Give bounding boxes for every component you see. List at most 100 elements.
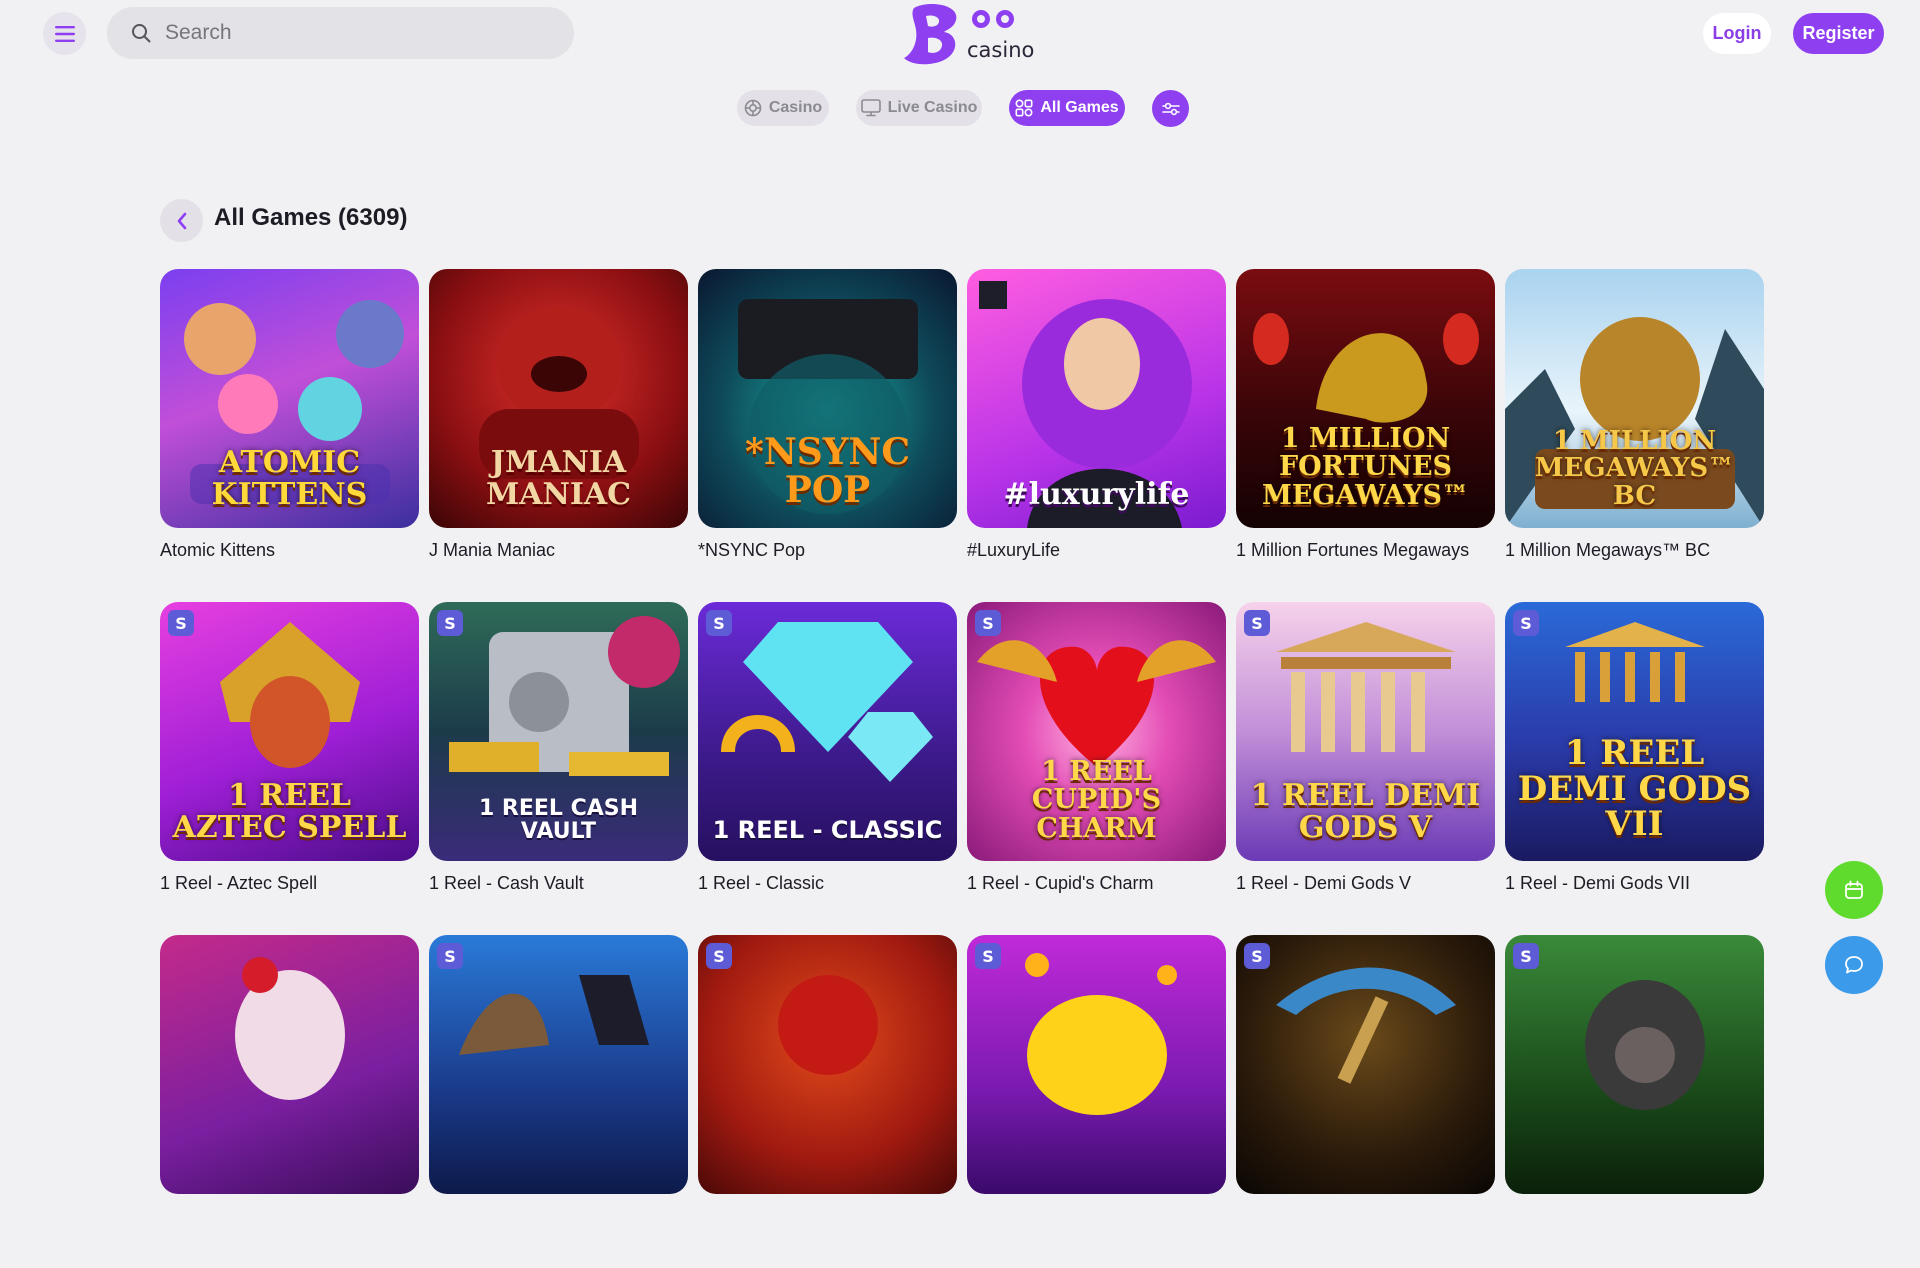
game-title[interactable]: 1 Reel - Demi Gods V	[1236, 873, 1495, 894]
game-art-title: JMANIA MANIAC	[485, 445, 632, 512]
game-thumbnail[interactable]: S	[1236, 935, 1495, 1194]
tv-icon	[860, 99, 881, 117]
game-card[interactable]: S	[698, 935, 957, 1268]
game-thumbnail[interactable]: S	[698, 935, 957, 1194]
grid-icon	[1015, 99, 1033, 117]
game-title[interactable]: 1 Reel - Classic	[698, 873, 957, 894]
game-card[interactable]: S 1 REEL CASH VAULT 1 Reel - Cash Vault	[429, 602, 688, 935]
chat-button[interactable]	[1825, 936, 1883, 994]
game-art-title: 1 REEL AZTEC SPELL	[172, 778, 407, 845]
provider-badge: S	[706, 610, 732, 636]
filter-sliders-icon	[1161, 102, 1180, 115]
tab-casino[interactable]: Casino	[737, 90, 829, 126]
game-thumbnail[interactable]: JMANIA MANIAC	[429, 269, 688, 528]
game-card[interactable]: S 1 REEL DEMI GODS V 1 Reel - Demi Gods …	[1236, 602, 1495, 935]
tab-casino-label: Casino	[768, 99, 823, 116]
game-art-title: 1 REEL - CLASSIC	[712, 815, 943, 844]
game-thumbnail[interactable]: S 1 REEL CUPID'S CHARM	[967, 602, 1226, 861]
provider-badge: S	[1513, 610, 1539, 636]
game-art-title: 1 MILLION FORTUNES MEGAWAYS™	[1261, 422, 1470, 511]
game-thumbnail[interactable]: S	[1505, 935, 1764, 1194]
game-thumbnail[interactable]: S 1 REEL AZTEC SPELL	[160, 602, 419, 861]
search-input[interactable]	[163, 20, 547, 46]
game-thumbnail[interactable]	[160, 935, 419, 1194]
game-art-title: *NSYNC POP	[745, 431, 910, 512]
provider-badge: S	[1513, 943, 1539, 969]
game-art	[1585, 980, 1705, 1110]
game-card[interactable]: 1 MILLION FORTUNES MEGAWAYS™ 1 Million F…	[1236, 269, 1495, 602]
game-card[interactable]: JMANIA MANIAC J Mania Maniac	[429, 269, 688, 602]
chevron-left-icon	[177, 212, 186, 229]
provider-badge: S	[1244, 943, 1270, 969]
game-thumbnail[interactable]: S 1 REEL CASH VAULT	[429, 602, 688, 861]
boo-casino-logo[interactable]: casino	[898, 2, 1035, 68]
provider-badge: S	[437, 610, 463, 636]
game-thumbnail[interactable]: ATOMIC KITTENS	[160, 269, 419, 528]
game-card[interactable]: S	[429, 935, 688, 1268]
tab-live-casino-label: Live Casino	[887, 99, 978, 116]
tab-live-casino[interactable]: Live Casino	[856, 90, 982, 126]
game-art-title: 1 REEL CUPID'S CHARM	[1031, 755, 1162, 844]
game-art	[1276, 967, 1456, 1084]
game-thumbnail[interactable]: 1 MILLION FORTUNES MEGAWAYS™	[1236, 269, 1495, 528]
page-title: All Games (6309)	[214, 204, 408, 231]
game-thumbnail[interactable]: #luxurylife	[967, 269, 1226, 528]
filter-button[interactable]	[1152, 90, 1189, 127]
game-title[interactable]: 1 Million Fortunes Megaways	[1236, 540, 1495, 561]
provider-badge: S	[168, 610, 194, 636]
game-thumbnail[interactable]: S 1 REEL DEMI GODS V	[1236, 602, 1495, 861]
game-card[interactable]	[160, 935, 419, 1268]
casino-chip-icon	[744, 99, 762, 117]
game-title[interactable]: #LuxuryLife	[967, 540, 1226, 561]
game-card[interactable]: S	[967, 935, 1226, 1268]
provider-badge: S	[437, 943, 463, 969]
calendar-icon	[1845, 880, 1863, 899]
game-title[interactable]: J Mania Maniac	[429, 540, 688, 561]
game-thumbnail[interactable]: S	[967, 935, 1226, 1194]
game-card[interactable]: ATOMIC KITTENS Atomic Kittens	[160, 269, 419, 602]
game-title[interactable]: 1 Reel - Cash Vault	[429, 873, 688, 894]
provider-badge: S	[706, 943, 732, 969]
game-card[interactable]: #luxurylife #LuxuryLife	[967, 269, 1226, 602]
game-art	[778, 975, 878, 1075]
game-card[interactable]: *NSYNC POP *NSYNC Pop	[698, 269, 957, 602]
back-button[interactable]	[160, 199, 203, 242]
game-title[interactable]: 1 Reel - Demi Gods VII	[1505, 873, 1764, 894]
game-art	[459, 975, 649, 1055]
game-title[interactable]: *NSYNC Pop	[698, 540, 957, 561]
game-card[interactable]: S 1 REEL DEMI GODS VII 1 Reel - Demi God…	[1505, 602, 1764, 935]
logo-wordmark: casino	[967, 38, 1035, 62]
game-title[interactable]: 1 Million Megaways™ BC	[1505, 540, 1764, 561]
provider-badge: S	[1244, 610, 1270, 636]
search-icon	[132, 24, 151, 43]
game-art-title: 1 REEL DEMI GODS V	[1250, 778, 1481, 845]
game-art-title: 1 REEL DEMI GODS VII	[1517, 732, 1752, 845]
calendar-button[interactable]	[1825, 861, 1883, 919]
game-card[interactable]: S 1 REEL CUPID'S CHARM 1 Reel - Cupid's …	[967, 602, 1226, 935]
chat-bubble-icon	[1845, 956, 1863, 974]
game-art	[235, 957, 345, 1100]
register-button[interactable]: Register	[1793, 13, 1884, 54]
game-thumbnail[interactable]: S	[429, 935, 688, 1194]
game-card[interactable]: S	[1236, 935, 1495, 1268]
hamburger-icon	[54, 25, 75, 42]
game-title[interactable]: 1 Reel - Cupid's Charm	[967, 873, 1226, 894]
provider-badge: S	[975, 943, 1001, 969]
search-bar[interactable]	[107, 7, 574, 59]
game-thumbnail[interactable]: 1 MILLION MEGAWAYS™ BC	[1505, 269, 1764, 528]
login-button[interactable]: Login	[1703, 13, 1771, 54]
provider-badge: S	[975, 610, 1001, 636]
game-card[interactable]: S 1 REEL - CLASSIC 1 Reel - Classic	[698, 602, 957, 935]
game-card[interactable]: S	[1505, 935, 1764, 1268]
game-card[interactable]: 1 MILLION MEGAWAYS™ BC 1 Million Megaway…	[1505, 269, 1764, 602]
game-art-title: 1 MILLION MEGAWAYS™ BC	[1534, 426, 1735, 511]
game-art-title: #luxurylife	[1003, 476, 1190, 512]
game-title[interactable]: 1 Reel - Aztec Spell	[160, 873, 419, 894]
game-thumbnail[interactable]: S 1 REEL - CLASSIC	[698, 602, 957, 861]
game-thumbnail[interactable]: S 1 REEL DEMI GODS VII	[1505, 602, 1764, 861]
menu-button[interactable]	[43, 12, 86, 55]
game-title[interactable]: Atomic Kittens	[160, 540, 419, 561]
tab-all-games[interactable]: All Games	[1009, 90, 1125, 126]
game-card[interactable]: S 1 REEL AZTEC SPELL 1 Reel - Aztec Spel…	[160, 602, 419, 935]
game-thumbnail[interactable]: *NSYNC POP	[698, 269, 957, 528]
